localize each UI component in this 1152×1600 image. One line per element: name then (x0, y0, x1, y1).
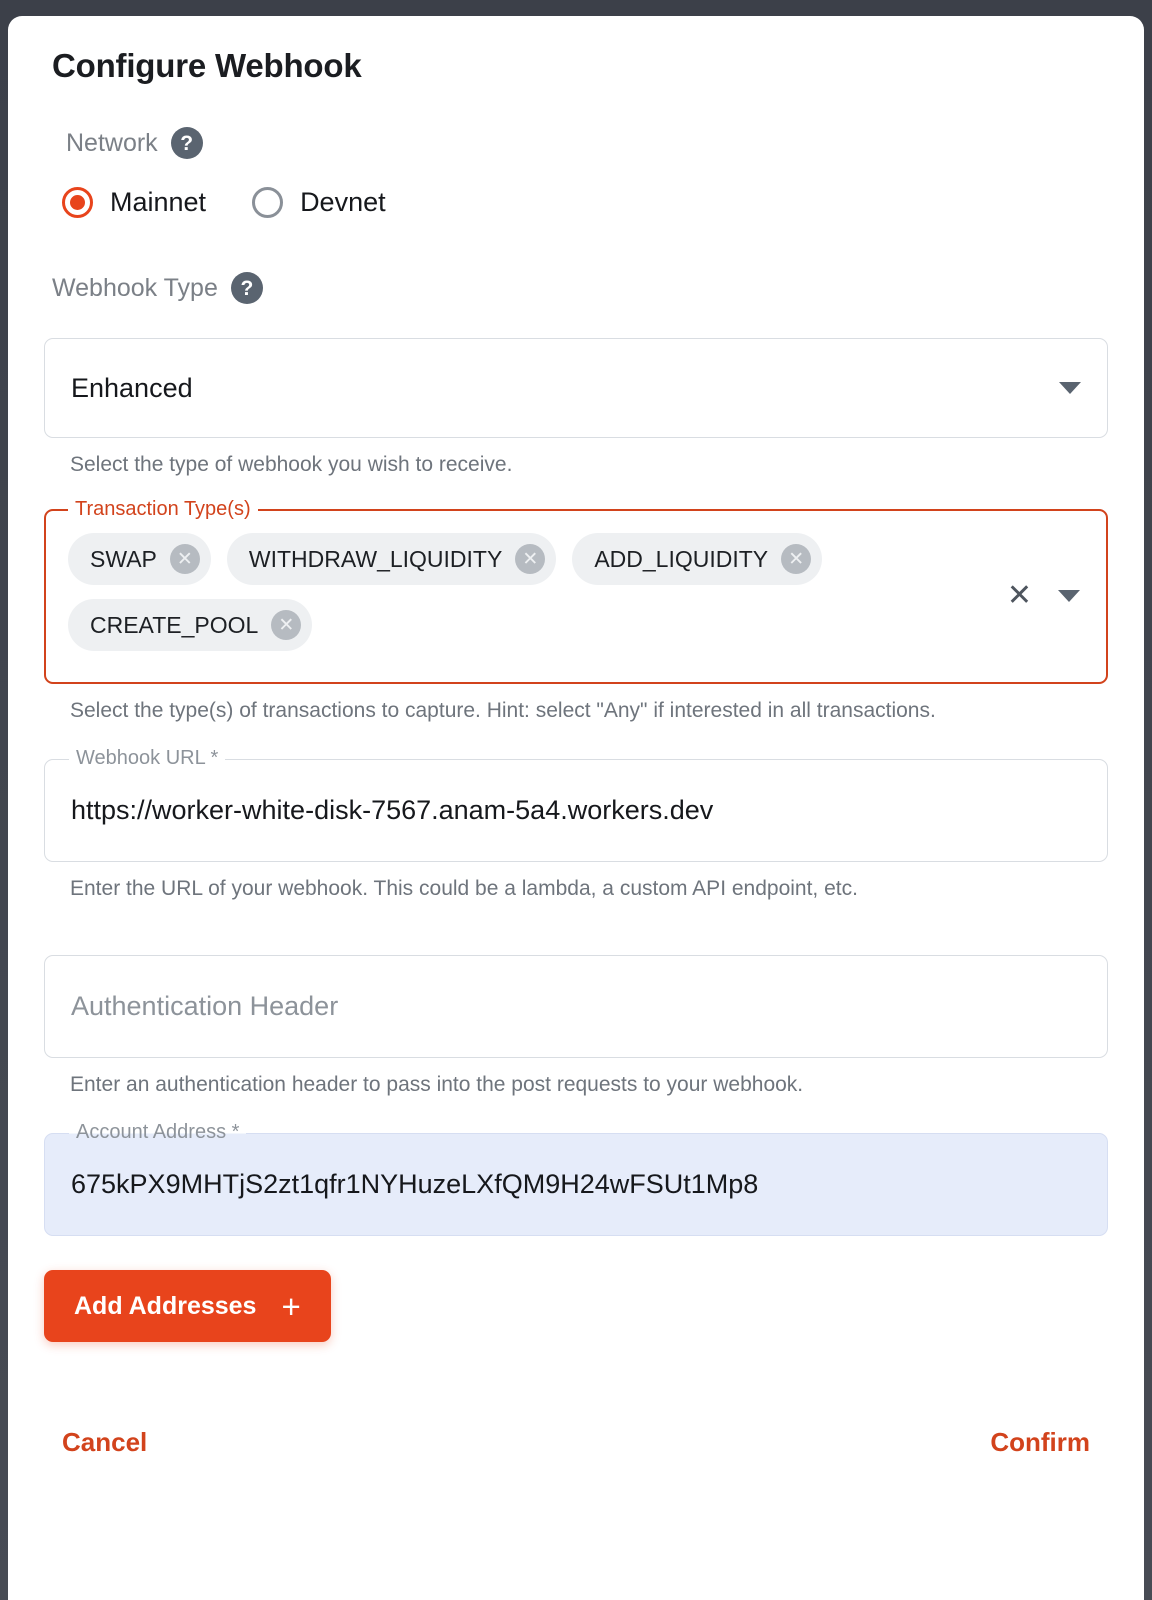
chip-withdraw-liquidity[interactable]: WITHDRAW_LIQUIDITY ✕ (226, 533, 557, 585)
webhook-url-input[interactable]: https://worker-white-disk-7567.anam-5a4.… (71, 795, 713, 826)
transaction-types-controls: ✕ (1007, 533, 1088, 611)
radio-label-devnet: Devnet (300, 187, 386, 217)
question-mark-icon[interactable]: ? (170, 127, 203, 159)
webhook-type-label-row: Webhook Type ? (52, 272, 1108, 304)
transaction-type-chip-list: SWAP ✕ WITHDRAW_LIQUIDITY ✕ ADD_LIQUIDIT… (68, 533, 1007, 651)
radio-circle-devnet (252, 187, 284, 218)
close-circle-icon[interactable]: ✕ (515, 544, 546, 574)
close-circle-icon[interactable]: ✕ (781, 544, 812, 574)
close-icon[interactable]: ✕ (1007, 581, 1032, 611)
auth-header-field[interactable]: Authentication Header (44, 955, 1108, 1058)
radio-circle-mainnet (62, 187, 93, 218)
webhook-url-field[interactable]: Webhook URL * https://worker-white-disk-… (44, 747, 1108, 862)
add-addresses-label: Add Addresses (74, 1291, 257, 1320)
webhook-type-helper: Select the type of webhook you wish to r… (70, 453, 513, 476)
chip-label: SWAP (90, 545, 157, 572)
transaction-types-field[interactable]: Transaction Type(s) SWAP ✕ WITHDRAW_LIQU… (44, 498, 1108, 684)
webhook-url-legend: Webhook URL * (69, 747, 226, 770)
close-circle-icon[interactable]: ✕ (169, 544, 200, 574)
chip-label: CREATE_POOL (90, 611, 259, 638)
plus-icon: + (281, 1287, 301, 1325)
network-label-row: Network ? (66, 127, 1108, 159)
page-title: Configure Webhook (52, 47, 362, 84)
network-label: Network (66, 128, 158, 157)
account-address-legend: Account Address * (69, 1121, 247, 1144)
transaction-types-legend: Transaction Type(s) (68, 498, 258, 521)
webhook-type-select[interactable]: Enhanced (44, 338, 1108, 438)
configure-webhook-dialog: Configure Webhook Network ? Mainnet Devn… (8, 16, 1144, 1600)
auth-header-helper: Enter an authentication header to pass i… (70, 1073, 804, 1096)
chevron-down-icon[interactable] (1059, 382, 1081, 394)
webhook-type-label: Webhook Type (52, 273, 218, 302)
auth-header-input[interactable]: Authentication Header (71, 991, 338, 1022)
chip-swap[interactable]: SWAP ✕ (68, 533, 211, 585)
radio-dot-mainnet (70, 195, 85, 210)
account-address-input[interactable]: 675kPX9MHTjS2zt1qfr1NYHuzeLXfQM9H24wFSUt… (71, 1169, 758, 1200)
webhook-url-helper: Enter the URL of your webhook. This coul… (70, 877, 858, 900)
cancel-button[interactable]: Cancel (62, 1427, 147, 1458)
question-mark-icon[interactable]: ? (230, 272, 263, 304)
chevron-down-icon[interactable] (1058, 590, 1080, 602)
account-address-field[interactable]: Account Address * 675kPX9MHTjS2zt1qfr1NY… (44, 1121, 1108, 1236)
chip-label: ADD_LIQUIDITY (594, 545, 769, 572)
chip-label: WITHDRAW_LIQUIDITY (248, 545, 503, 572)
webhook-type-value: Enhanced (71, 372, 193, 403)
radio-label-mainnet: Mainnet (110, 187, 207, 217)
dialog-footer: Cancel Confirm (44, 1427, 1108, 1458)
network-radio-group: Mainnet Devnet (62, 187, 1108, 218)
transaction-types-helper: Select the type(s) of transactions to ca… (70, 699, 936, 722)
add-addresses-button[interactable]: Add Addresses + (44, 1270, 331, 1342)
chip-create-pool[interactable]: CREATE_POOL ✕ (68, 599, 313, 651)
radio-option-mainnet[interactable]: Mainnet (62, 187, 206, 218)
radio-option-devnet[interactable]: Devnet (252, 187, 386, 218)
confirm-button[interactable]: Confirm (990, 1427, 1090, 1458)
chip-add-liquidity[interactable]: ADD_LIQUIDITY ✕ (572, 533, 823, 585)
close-circle-icon[interactable]: ✕ (271, 610, 302, 640)
